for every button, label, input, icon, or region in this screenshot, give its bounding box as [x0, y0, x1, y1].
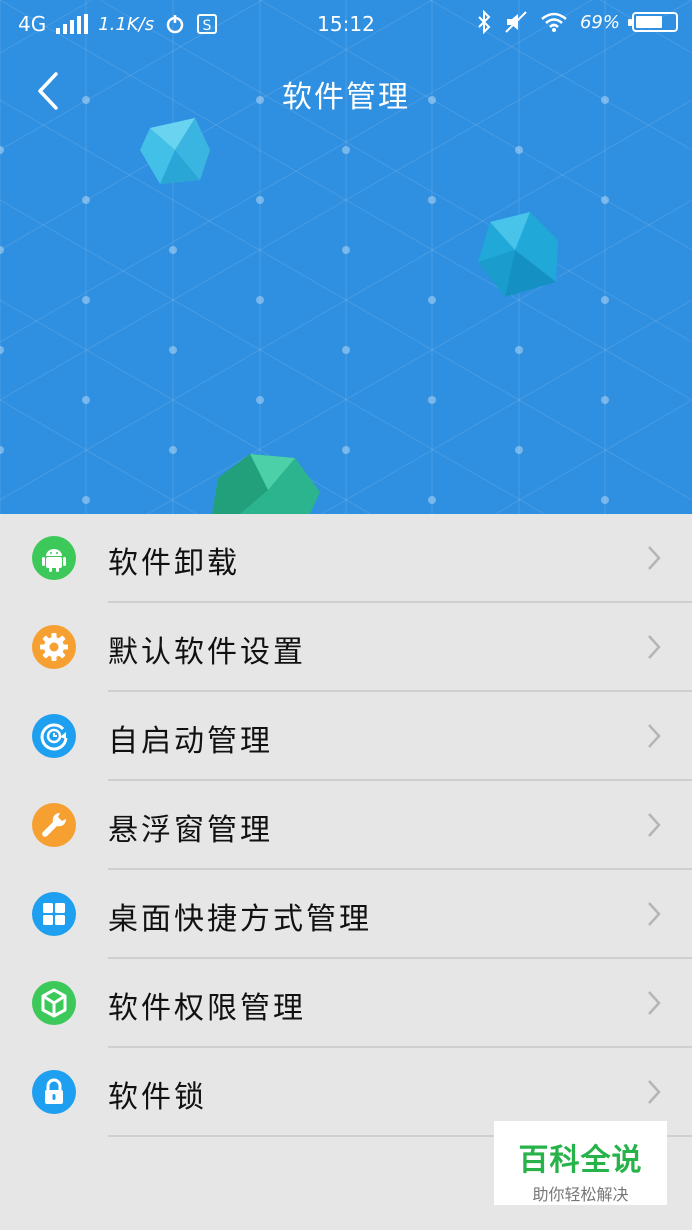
status-bar: 4G 1.1K/s S 15:12 69%: [0, 0, 692, 48]
chevron-right-icon: [648, 546, 661, 570]
wifi-icon: [541, 12, 567, 32]
chevron-right-icon: [648, 724, 661, 748]
mute-icon: [505, 11, 527, 33]
gear-icon: [32, 625, 76, 669]
bluetooth-icon: [478, 10, 491, 34]
menu-item-label: 自启动管理: [108, 724, 273, 759]
menu-item-label: 软件卸载: [108, 546, 240, 581]
auto-start-icon: [32, 714, 76, 758]
gem-shape: [212, 454, 320, 514]
header-banner: 4G 1.1K/s S 15:12 69% 软件管理: [0, 0, 692, 514]
grid-icon: [32, 892, 76, 936]
menu-item-label: 桌面快捷方式管理: [108, 902, 372, 937]
watermark: 百科全说 助你轻松解决: [494, 1121, 667, 1205]
settings-list: 软件卸载 默认软件设置 自启动管理 悬浮窗管理 桌面快捷方式管理 软件权限管理 …: [0, 514, 692, 1137]
page-title: 软件管理: [282, 80, 410, 115]
android-icon: [32, 536, 76, 580]
chevron-right-icon: [648, 991, 661, 1015]
menu-item-uninstall[interactable]: 软件卸载: [0, 514, 692, 603]
lock-icon: [32, 1070, 76, 1114]
chevron-right-icon: [648, 1080, 661, 1104]
menu-item-default-apps[interactable]: 默认软件设置: [0, 603, 692, 692]
menu-item-floating-window[interactable]: 悬浮窗管理: [0, 781, 692, 870]
menu-item-autostart[interactable]: 自启动管理: [0, 692, 692, 781]
gem-shape: [478, 212, 558, 297]
watermark-title: 百科全说: [518, 1143, 643, 1178]
menu-item-label: 默认软件设置: [108, 635, 306, 670]
menu-item-label: 软件锁: [108, 1080, 207, 1115]
chevron-right-icon: [648, 813, 661, 837]
menu-item-label: 软件权限管理: [108, 991, 306, 1026]
battery-icon: [628, 12, 678, 32]
menu-item-permissions[interactable]: 软件权限管理: [0, 959, 692, 1048]
watermark-subtitle: 助你轻松解决: [532, 1185, 629, 1204]
battery-percent: 69%: [579, 11, 620, 33]
menu-item-label: 悬浮窗管理: [108, 813, 273, 848]
menu-item-shortcuts[interactable]: 桌面快捷方式管理: [0, 870, 692, 959]
wrench-icon: [32, 803, 76, 847]
gem-shape: [140, 118, 210, 184]
chevron-right-icon: [648, 635, 661, 659]
chevron-right-icon: [648, 902, 661, 926]
shield-icon: [32, 981, 76, 1025]
